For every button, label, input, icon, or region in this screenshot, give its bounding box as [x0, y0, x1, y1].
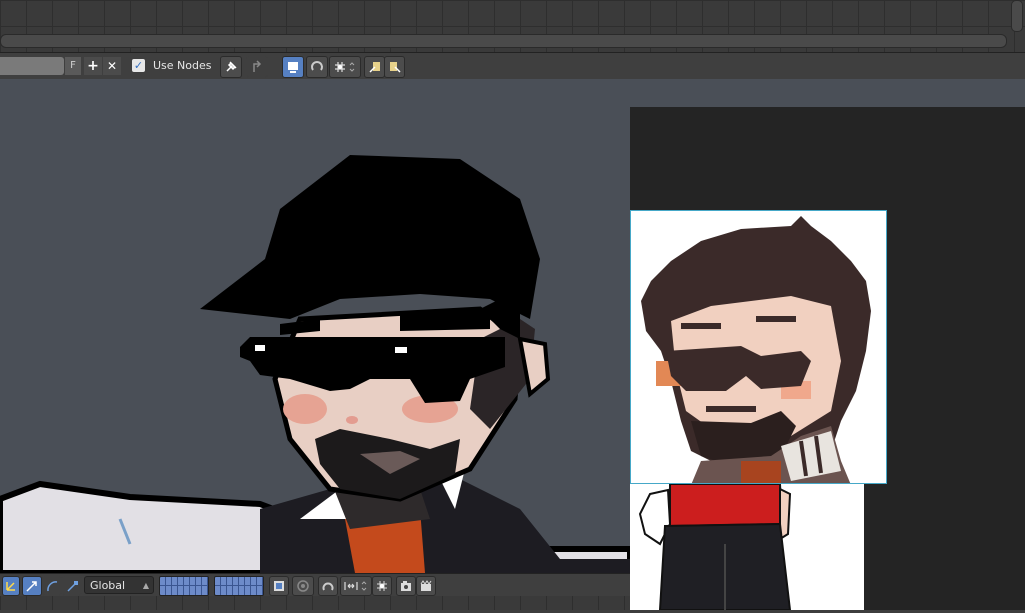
horizontal-scrollbar[interactable]: [0, 34, 1007, 48]
datablock-name-field[interactable]: [0, 57, 64, 75]
snap-target-icon[interactable]: [372, 576, 392, 596]
add-datablock-button[interactable]: +: [84, 57, 102, 75]
proportional-editing-icon[interactable]: [292, 576, 314, 596]
transform-orientation-select[interactable]: Global ▲▼: [84, 576, 154, 608]
unlink-datablock-button[interactable]: ✕: [103, 57, 121, 75]
paste-nodes-icon[interactable]: [384, 56, 405, 78]
scene-layers-group-1[interactable]: [159, 576, 209, 596]
manipulator-toggle-icon[interactable]: [2, 576, 20, 596]
viewport-header: Global ▲▼: [0, 573, 630, 608]
vertical-scrollbar[interactable]: [1011, 0, 1023, 32]
copy-nodes-icon[interactable]: [364, 56, 385, 78]
timeline-strip[interactable]: [0, 596, 630, 610]
translate-manipulator-icon[interactable]: [22, 576, 42, 596]
use-nodes-label: Use Nodes: [153, 59, 212, 72]
layer-lock-icon[interactable]: [269, 576, 289, 596]
scale-manipulator-icon[interactable]: [62, 576, 82, 596]
rotate-manipulator-icon[interactable]: [42, 576, 62, 596]
3d-viewport[interactable]: [0, 79, 630, 573]
parent-node-tree-icon[interactable]: [246, 56, 268, 78]
pin-icon[interactable]: [220, 56, 242, 78]
snap-icon[interactable]: [318, 576, 338, 596]
node-editor-header: F + ✕ ✓ Use Nodes: [0, 52, 1025, 80]
transform-orientation-value: Global: [90, 579, 126, 592]
backdrop-icon[interactable]: [282, 56, 304, 78]
fake-user-button[interactable]: F: [65, 57, 81, 75]
render-opengl-animation-icon[interactable]: [416, 576, 436, 596]
character-model-render: [0, 155, 630, 573]
render-opengl-image-icon[interactable]: [396, 576, 416, 596]
snap-element-icon[interactable]: [329, 56, 361, 78]
use-nodes-checkbox[interactable]: ✓: [132, 59, 145, 72]
snap-element-increment-icon[interactable]: [340, 576, 372, 596]
character-reference-image: [630, 484, 864, 610]
scene-layers-group-2[interactable]: [214, 576, 264, 596]
pixel-art-texture: [630, 210, 887, 484]
snap-toggle-icon[interactable]: [306, 56, 328, 78]
